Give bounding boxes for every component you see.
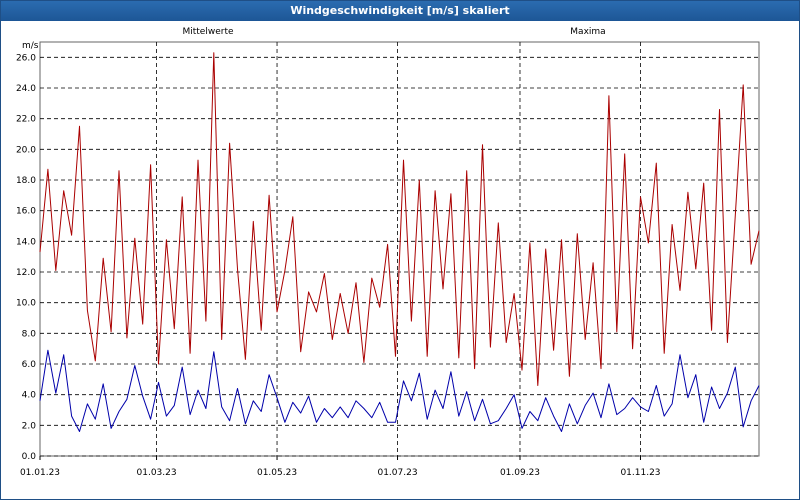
y-tick-label: 16.0: [16, 207, 36, 217]
y-tick-label: 0.0: [22, 452, 37, 462]
x-tick-label: 01.07.23: [377, 468, 417, 478]
wind-speed-chart: 0.0 2.0 4.0 6.0 8.0 10.0 12.0 14.0 16.0 18.0 20.0 2…: [16, 27, 760, 478]
y-tick-label: 20.0: [16, 145, 36, 155]
x-tick-label: 01.03.23: [137, 468, 177, 478]
y-tick-label: 6.0: [22, 360, 37, 370]
y-tick-label: 2.0: [22, 421, 37, 431]
y-tick-label: 4.0: [22, 391, 37, 401]
y-tick-label: 10.0: [16, 299, 36, 309]
y-tick-label: 8.0: [22, 329, 37, 339]
y-tick-label: 24.0: [16, 84, 36, 94]
y-tick-label: 12.0: [16, 268, 36, 278]
x-tick-label: 01.01.23: [20, 468, 60, 478]
legend-mittelwerte: Mittelwerte: [182, 27, 233, 37]
x-tick-label: 01.11.23: [620, 468, 660, 478]
y-tick-label: 22.0: [16, 115, 36, 125]
x-tick-label: 01.09.23: [500, 468, 540, 478]
y-tick-label: 26.0: [16, 53, 36, 63]
legend-maxima: Maxima: [570, 27, 605, 37]
y-tick-label: 18.0: [16, 176, 36, 186]
y-tick-label: 14.0: [16, 237, 36, 247]
unit-label: m/s: [22, 41, 39, 51]
x-axis-ticks: 01.01.23 01.03.23 01.05.23 01.07.23 01.09.23…: [20, 456, 661, 478]
x-tick-label: 01.05.23: [257, 468, 297, 478]
y-axis-ticks: 0.0 2.0 4.0 6.0 8.0 10.0 12.0 14.0 16.0 18.0 20.0 2…: [16, 53, 36, 462]
